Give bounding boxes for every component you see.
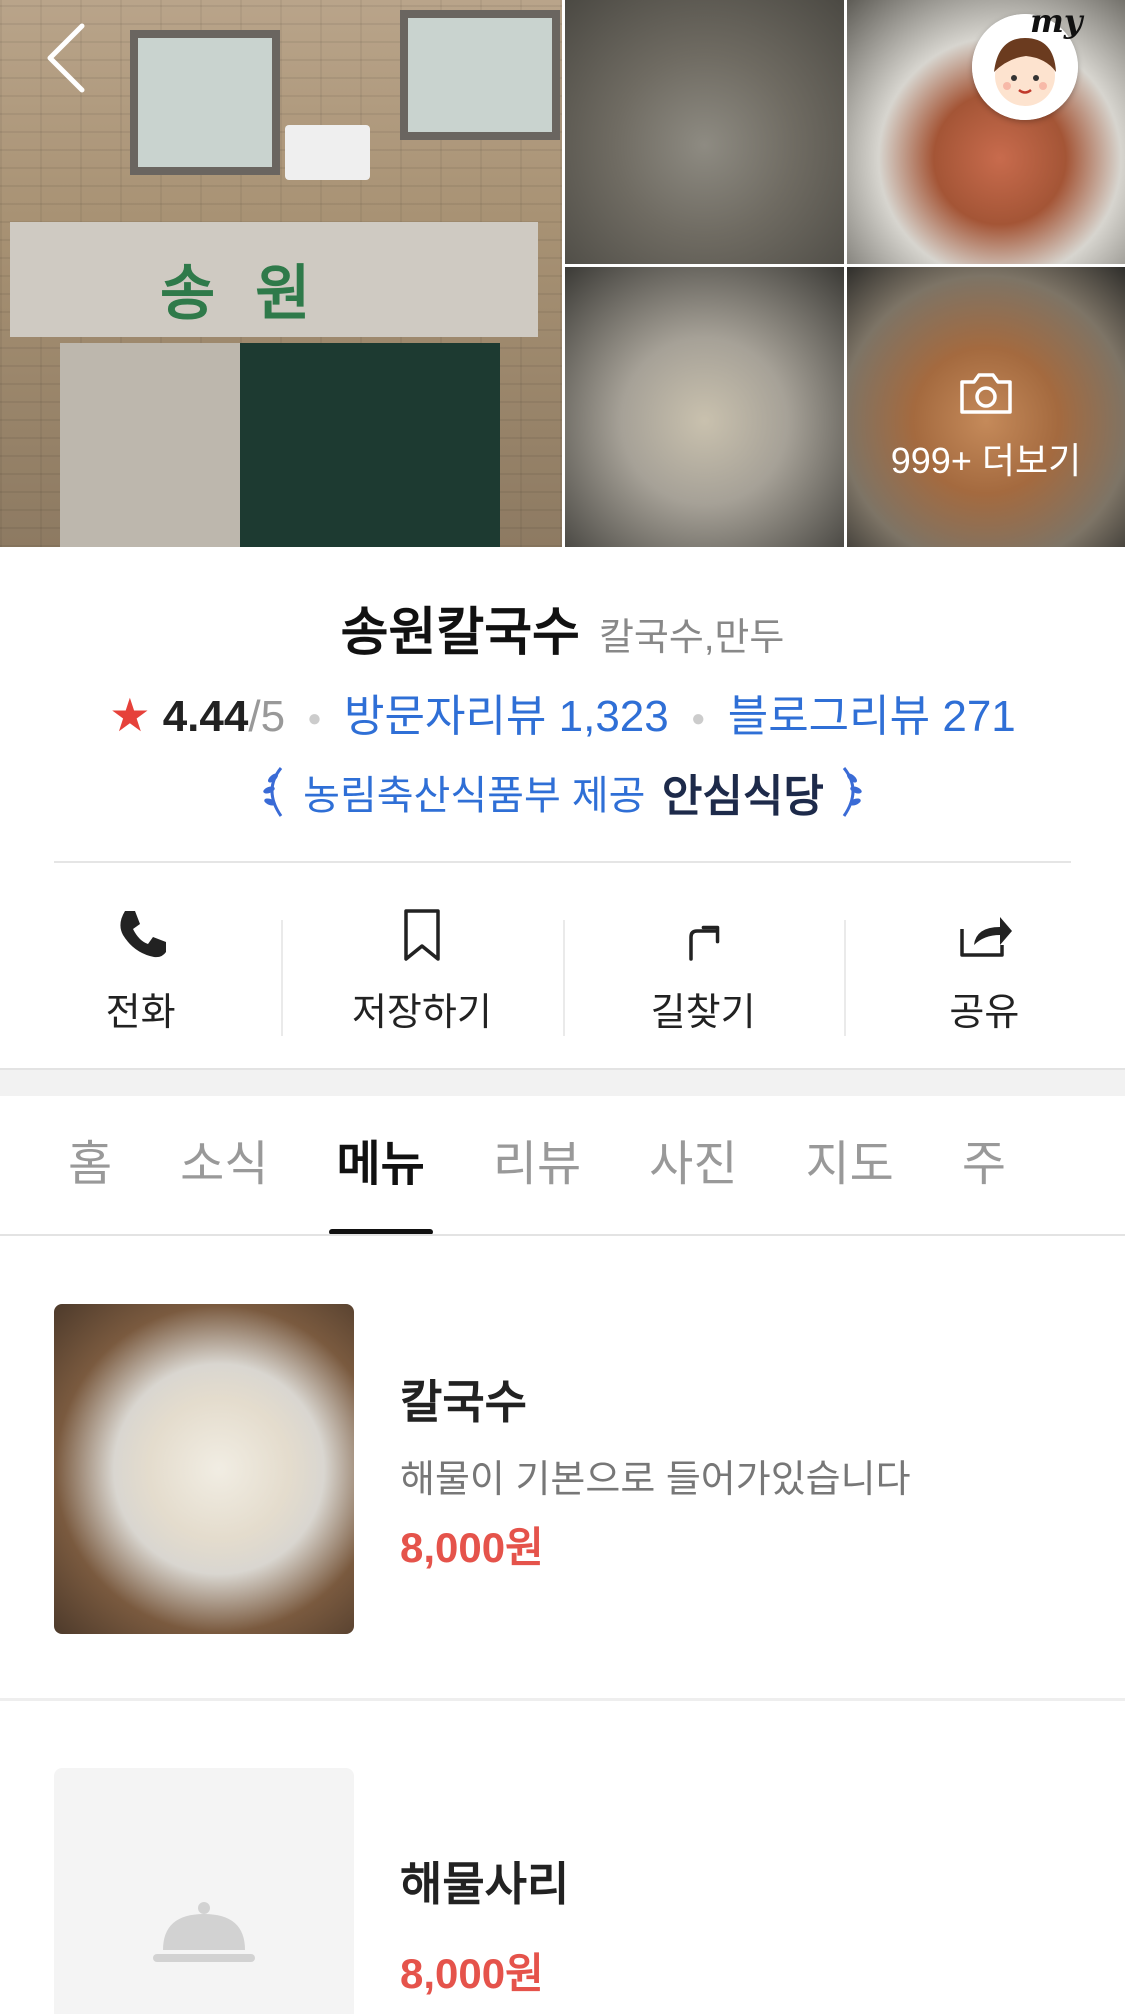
menu-photo-placeholder bbox=[54, 1768, 354, 2014]
place-category: 칼국수,만두 bbox=[598, 617, 785, 659]
laurel-left-icon bbox=[262, 767, 282, 817]
save-label: 저장하기 bbox=[351, 991, 492, 1034]
bookmark-icon bbox=[404, 908, 440, 961]
star-icon: ★ bbox=[109, 689, 151, 741]
directions-icon bbox=[689, 925, 720, 961]
window bbox=[130, 30, 280, 175]
call-label: 전화 bbox=[105, 991, 176, 1034]
action-bar: 전화 저장하기 길찾기 공유 bbox=[0, 880, 1125, 1060]
tab-home[interactable]: 홈 bbox=[68, 1096, 112, 1234]
certification-badge: 안심식당 bbox=[661, 772, 824, 821]
rating-row: ★ 4.44/5 ● 방문자리뷰 1,323 ● 블로그리뷰 271 bbox=[0, 680, 1125, 744]
title-row: 송원칼국수 칼국수,만두 bbox=[0, 590, 1125, 665]
visitor-reviews-link[interactable]: 방문자리뷰 1,323 bbox=[344, 692, 669, 741]
tab-news[interactable]: 소식 bbox=[180, 1096, 268, 1234]
laurel-right-icon bbox=[843, 767, 863, 817]
window bbox=[400, 10, 560, 140]
menu-item[interactable]: 칼국수 해물이 기본으로 들어가있습니다 8,000원 bbox=[0, 1236, 1125, 1700]
more-photos-label: 999+ 더보기 bbox=[890, 440, 1082, 481]
menu-item[interactable]: 해물사리 8,000원 bbox=[0, 1702, 1125, 2014]
chevron-left-icon bbox=[47, 23, 85, 93]
store-entrance bbox=[240, 343, 500, 547]
cloche-icon bbox=[153, 1902, 255, 1962]
menu-price: 8,000원 bbox=[400, 1524, 544, 1571]
share-button[interactable]: 공유 bbox=[843, 880, 1125, 1060]
menu-divider bbox=[0, 1698, 1125, 1701]
building-pillar bbox=[60, 343, 240, 547]
separator-dot: ● bbox=[690, 705, 706, 733]
air-conditioner bbox=[285, 125, 370, 180]
certification-row[interactable]: 농림축산식품부 제공 안심식당 bbox=[0, 760, 1125, 824]
menu-photo bbox=[54, 1304, 354, 1634]
divider bbox=[54, 861, 1071, 863]
rating-max: /5 bbox=[248, 692, 286, 741]
menu-name: 칼국수 bbox=[400, 1376, 527, 1428]
save-button[interactable]: 저장하기 bbox=[281, 880, 562, 1060]
tab-menu[interactable]: 메뉴 bbox=[328, 1096, 434, 1234]
tab-more[interactable]: 주 bbox=[962, 1096, 1006, 1234]
more-photos-button[interactable]: 999+ 더보기 bbox=[847, 267, 1125, 547]
directions-label: 길찾기 bbox=[650, 991, 756, 1034]
directions-button[interactable]: 길찾기 bbox=[562, 880, 844, 1060]
blog-reviews-link[interactable]: 블로그리뷰 271 bbox=[728, 692, 1016, 741]
camera-icon bbox=[960, 373, 1012, 414]
tab-bar: 홈 소식 메뉴 리뷰 사진 지도 주 bbox=[0, 1096, 1125, 1236]
back-button[interactable] bbox=[44, 22, 104, 102]
tab-reviews[interactable]: 리뷰 bbox=[493, 1096, 581, 1234]
my-label: my bbox=[1030, 2, 1083, 40]
menu-name: 해물사리 bbox=[400, 1858, 570, 1910]
photo-gallery[interactable]: 송원 999+ 더보기 my bbox=[0, 0, 1125, 547]
share-label: 공유 bbox=[949, 991, 1020, 1034]
menu-price: 8,000원 bbox=[400, 1950, 544, 1997]
certified-by: 농림축산식품부 제공 bbox=[303, 774, 646, 818]
tab-photos[interactable]: 사진 bbox=[649, 1096, 737, 1234]
section-gap bbox=[0, 1068, 1125, 1096]
menu-description: 해물이 기본으로 들어가있습니다 bbox=[400, 1459, 911, 1501]
call-button[interactable]: 전화 bbox=[0, 880, 281, 1060]
food-photo-seafood-soup[interactable] bbox=[565, 0, 844, 264]
rating-score: 4.44 bbox=[162, 692, 249, 741]
phone-icon bbox=[120, 910, 166, 957]
food-photo-hotpot[interactable] bbox=[565, 267, 844, 547]
store-sign-text: 송원 bbox=[160, 259, 351, 329]
share-icon bbox=[960, 916, 1013, 957]
separator-dot: ● bbox=[307, 705, 322, 733]
place-name: 송원칼국수 bbox=[340, 604, 580, 662]
tab-map[interactable]: 지도 bbox=[805, 1096, 893, 1234]
